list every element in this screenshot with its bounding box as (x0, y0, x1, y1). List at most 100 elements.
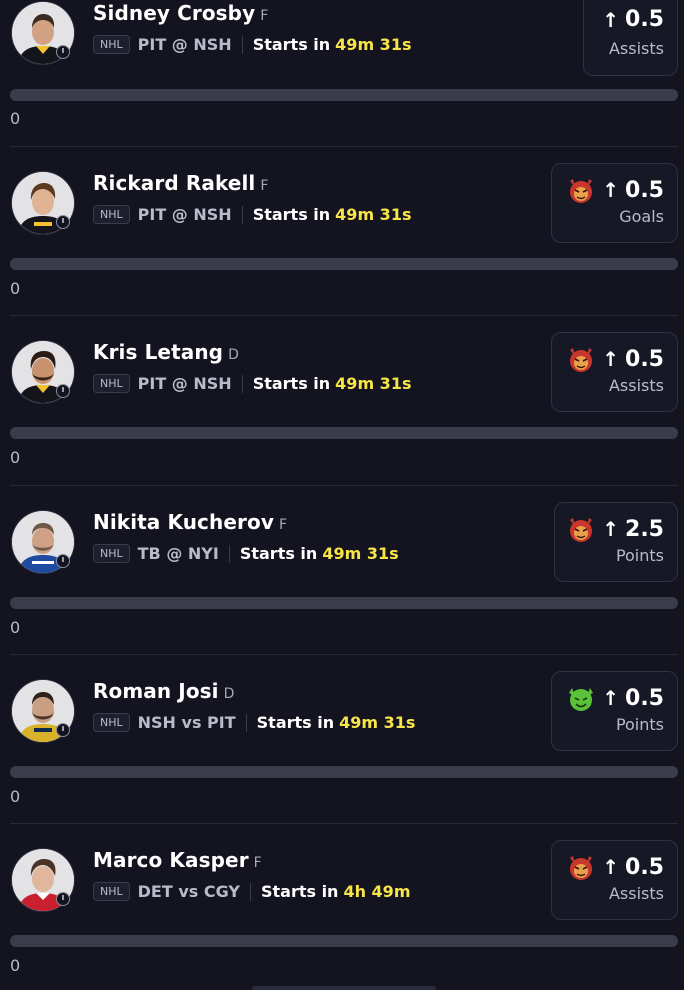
player-row[interactable]: Nikita Kucherov F NHL TB @ NYI Starts in 4… (0, 502, 684, 677)
player-row[interactable]: Kris Letang D NHL PIT @ NSH Starts in 49m … (0, 332, 684, 507)
game-clock-badge-icon (56, 892, 70, 906)
player-row[interactable]: Roman Josi D NHL NSH vs PIT Starts in 49m … (0, 671, 684, 846)
countdown-timer: 49m 31s (339, 713, 416, 732)
arrow-up-icon: ↑ (602, 7, 620, 32)
countdown-timer: 4h 49m (343, 882, 411, 901)
start-time: Starts in 49m 31s (256, 713, 416, 732)
matchup: PIT @ NSH (137, 374, 232, 393)
projection-card[interactable]: ↑ 0.5 Assists (583, 0, 678, 76)
red-demon-icon (570, 856, 593, 880)
progress-bar (10, 766, 678, 778)
player-name[interactable]: Marco Kasper (93, 848, 249, 872)
matchup: NSH vs PIT (137, 713, 236, 732)
meta-divider (245, 713, 247, 732)
arrow-up-icon: ↑ (602, 178, 620, 202)
stat-type: Assists (608, 376, 664, 395)
progress-count: 0 (10, 279, 21, 298)
player-row[interactable]: Marco Kasper F NHL DET vs CGY Starts in 4h… (0, 840, 684, 990)
game-clock-badge-icon (56, 554, 70, 568)
matchup: PIT @ NSH (137, 35, 232, 54)
matchup: PIT @ NSH (137, 205, 232, 224)
progress-bar (10, 89, 678, 101)
projection-line: 0.5 (625, 7, 664, 32)
projection-line: 0.5 (625, 346, 664, 372)
projection-card[interactable]: ↑ 0.5 Points (551, 671, 678, 751)
player-name[interactable]: Nikita Kucherov (93, 510, 274, 534)
progress-count: 0 (10, 618, 21, 637)
league-badge: NHL (93, 544, 130, 563)
row-divider (10, 485, 678, 486)
meta-divider (241, 35, 243, 54)
row-divider (10, 654, 678, 655)
player-name[interactable]: Kris Letang (93, 340, 223, 364)
start-time: Starts in 49m 31s (239, 544, 399, 563)
progress-bar (10, 935, 678, 947)
matchup: TB @ NYI (137, 544, 219, 563)
projection-card[interactable]: ↑ 0.5 Assists (551, 840, 678, 920)
player-position: F (253, 855, 262, 871)
red-demon-icon (570, 518, 593, 542)
meta-divider (249, 882, 251, 901)
league-badge: NHL (93, 713, 130, 732)
arrow-up-icon: ↑ (602, 347, 620, 371)
countdown-timer: 49m 31s (322, 544, 399, 563)
player-position: F (260, 178, 269, 194)
red-demon-icon (570, 179, 593, 203)
projection-card[interactable]: ↑ 0.5 Assists (551, 332, 678, 412)
progress-count: 0 (10, 109, 21, 128)
stat-type: Assists (608, 39, 664, 58)
progress-bar (10, 427, 678, 439)
row-divider (10, 146, 678, 147)
game-clock-badge-icon (56, 384, 70, 398)
player-row[interactable]: Sidney Crosby F NHL PIT @ NSH Starts in 49… (0, 0, 684, 168)
player-name[interactable]: Roman Josi (93, 679, 219, 703)
projection-line: 0.5 (625, 854, 664, 880)
arrow-up-icon: ↑ (602, 855, 620, 879)
meta-divider (241, 374, 243, 393)
league-badge: NHL (93, 374, 130, 393)
projection-line: 0.5 (625, 177, 664, 203)
projection-line: 0.5 (625, 685, 664, 711)
meta-divider (241, 205, 243, 224)
arrow-up-icon: ↑ (602, 686, 620, 710)
player-position: D (223, 686, 235, 702)
stat-type: Assists (608, 884, 664, 903)
projection-card[interactable]: ↑ 0.5 Goals (551, 163, 678, 243)
start-time: Starts in 49m 31s (252, 35, 412, 54)
game-clock-badge-icon (56, 723, 70, 737)
projection-line: 2.5 (625, 516, 664, 542)
start-time: Starts in 4h 49m (260, 882, 411, 901)
progress-bar (10, 597, 678, 609)
start-time: Starts in 49m 31s (252, 205, 412, 224)
player-position: F (278, 517, 288, 533)
row-divider (10, 315, 678, 316)
red-demon-icon (570, 348, 593, 372)
stat-type: Points (615, 715, 664, 734)
league-badge: NHL (93, 882, 130, 901)
meta-divider (228, 544, 230, 563)
arrow-up-icon: ↑ (602, 517, 620, 541)
league-badge: NHL (93, 205, 130, 224)
player-position: D (228, 347, 239, 363)
player-name[interactable]: Rickard Rakell (93, 171, 255, 195)
player-projection-list: Sidney Crosby F NHL PIT @ NSH Starts in 49… (0, 0, 684, 990)
stat-type: Goals (619, 207, 664, 226)
matchup: DET vs CGY (137, 882, 240, 901)
start-time: Starts in 49m 31s (252, 374, 412, 393)
green-goblin-icon (569, 688, 594, 711)
game-clock-badge-icon (56, 215, 70, 229)
progress-count: 0 (10, 448, 21, 467)
progress-count: 0 (10, 787, 21, 806)
progress-count: 0 (10, 956, 21, 975)
projection-card[interactable]: ↑ 2.5 Points (554, 502, 678, 582)
player-row[interactable]: Rickard Rakell F NHL PIT @ NSH Starts in 4… (0, 163, 684, 338)
bottom-scroll-handle[interactable] (252, 986, 436, 990)
player-position: F (260, 8, 269, 24)
player-name[interactable]: Sidney Crosby (93, 1, 255, 25)
progress-bar (10, 258, 678, 270)
league-badge: NHL (93, 35, 130, 54)
stat-type: Points (615, 546, 664, 565)
game-clock-badge-icon (56, 45, 70, 59)
countdown-timer: 49m 31s (335, 35, 412, 54)
row-divider (10, 823, 678, 824)
